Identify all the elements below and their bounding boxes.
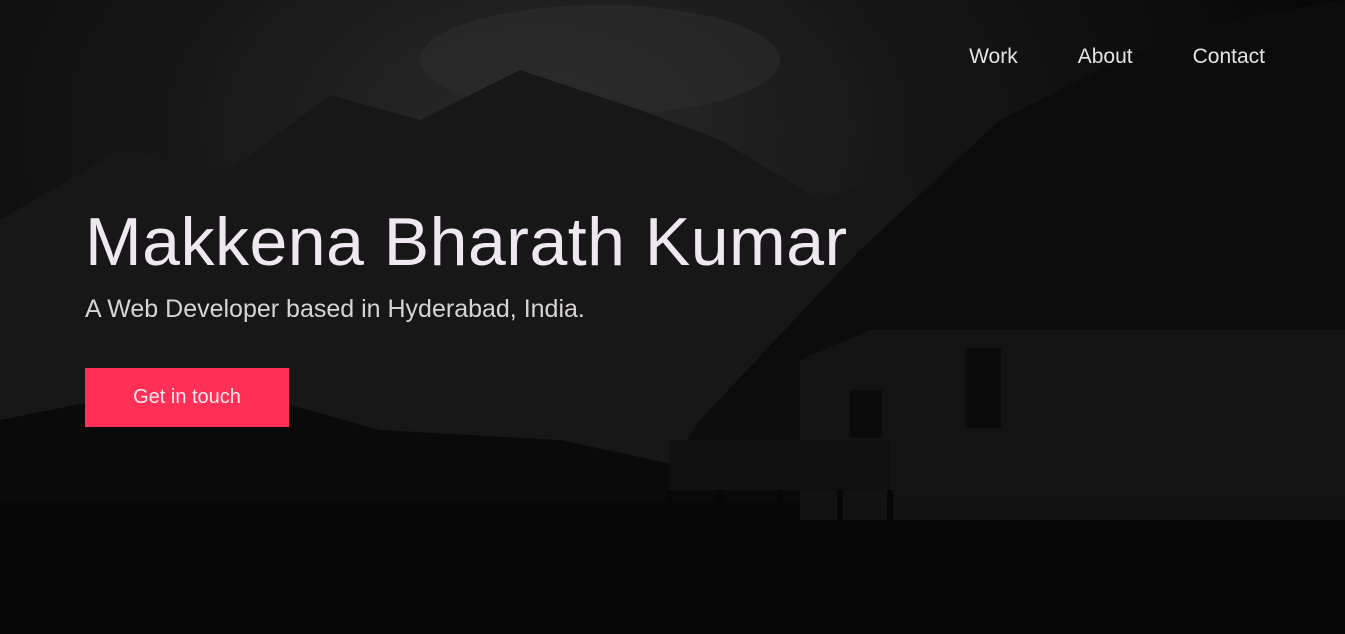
hero-subtitle: A Web Developer based in Hyderabad, Indi…: [85, 295, 585, 323]
page-title: Makkena Bharath Kumar: [85, 204, 848, 280]
nav-link-work[interactable]: Work: [969, 44, 1018, 70]
get-in-touch-button[interactable]: Get in touch: [85, 368, 289, 427]
nav-link-about[interactable]: About: [1078, 44, 1133, 70]
hero-section: Work About Contact Makkena Bharath Kumar…: [0, 0, 1345, 634]
nav-link-contact[interactable]: Contact: [1193, 44, 1265, 70]
top-nav: Work About Contact: [969, 44, 1265, 70]
hero-content: Makkena Bharath Kumar A Web Developer ba…: [85, 204, 848, 427]
